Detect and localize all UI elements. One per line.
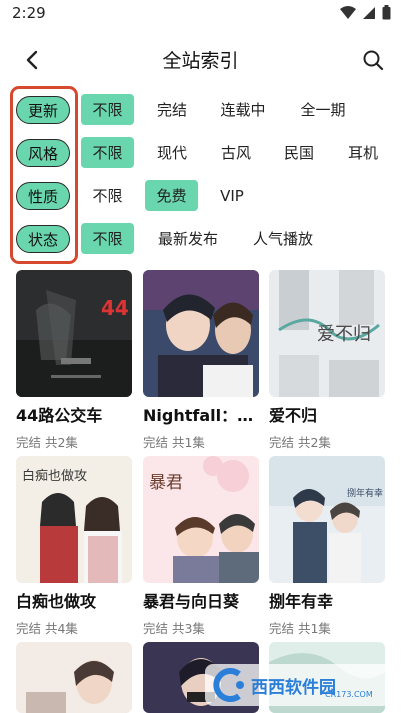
item-title: 爱不归: [269, 406, 318, 425]
list-item[interactable]: 暴君 暴君与向日葵 完结 共3集: [143, 456, 259, 637]
cover-image: 爱不归: [269, 270, 385, 397]
filter-row-status: 状态 不限 最新发布 人气播放: [0, 221, 401, 255]
item-meta: 完结 共1集: [143, 435, 205, 450]
signal-icon: [363, 6, 375, 19]
cover-text: 44: [101, 296, 129, 320]
filter-category-status: 状态: [16, 225, 70, 253]
filter-category-update: 更新: [16, 96, 70, 124]
item-title: 44路公交车: [16, 406, 103, 425]
cover-text: 暴君: [149, 473, 183, 493]
filter-option[interactable]: 现代: [146, 137, 198, 168]
battery-icon: [382, 5, 391, 20]
cover-image: 暴君: [143, 456, 259, 583]
cover-image: [16, 642, 132, 713]
filter-option[interactable]: VIP: [210, 180, 254, 211]
item-meta: 完结 共2集: [269, 435, 331, 450]
item-title: 白痴也做攻: [16, 592, 97, 611]
cover-image: 白痴也做攻: [16, 456, 132, 583]
item-meta: 完结 共3集: [143, 621, 205, 636]
chevron-left-icon: [26, 50, 38, 70]
page-title: 全站索引: [162, 50, 239, 72]
item-meta: 完结 共4集: [16, 621, 78, 636]
filter-option[interactable]: 古风: [210, 137, 262, 168]
filter-option[interactable]: 完结: [146, 94, 198, 125]
filter-option[interactable]: 不限: [81, 137, 134, 168]
filter-row-style: 风格 不限 现代 古风 民国 耳机: [0, 135, 401, 169]
watermark: 西西软件园 CR173.COM: [205, 664, 390, 706]
filter-option[interactable]: 不限: [81, 180, 134, 211]
list-item[interactable]: 捌年有幸 捌年有幸 完结 共1集: [269, 456, 385, 637]
cover-image: [143, 270, 259, 397]
filter-row-update: 更新 不限 完结 连载中 全一期: [0, 92, 401, 126]
header: 全站索引: [0, 40, 401, 80]
filter-category-nature: 性质: [16, 182, 70, 210]
status-time: 2:29: [12, 4, 46, 22]
cover-image: 捌年有幸: [269, 456, 385, 583]
item-meta: 完结 共1集: [269, 621, 331, 636]
list-item[interactable]: 白痴也做攻 白痴也做攻 完结 共4集: [16, 456, 132, 637]
item-meta: 完结 共2集: [16, 435, 78, 450]
item-title: 捌年有幸: [269, 592, 334, 611]
filter-option[interactable]: 免费: [145, 180, 198, 211]
cover-text: 捌年有幸: [347, 487, 383, 499]
item-title: 暴君与向日葵: [143, 592, 240, 611]
search-button[interactable]: [359, 46, 387, 74]
filter-option[interactable]: 全一期: [292, 94, 354, 125]
wifi-icon: [340, 5, 356, 19]
cover-text: 爱不归: [317, 324, 371, 345]
status-bar: 2:29: [0, 0, 401, 28]
list-item[interactable]: [16, 642, 132, 713]
item-title: Nightfall：…: [143, 406, 254, 425]
filter-option[interactable]: 最新发布: [148, 223, 228, 254]
filter-row-nature: 性质 不限 免费 VIP: [0, 178, 401, 212]
filter-option[interactable]: 不限: [81, 94, 134, 125]
search-icon: [363, 50, 384, 71]
filter-option[interactable]: 耳机: [337, 137, 389, 168]
cover-text: 白痴也做攻: [22, 468, 87, 484]
filter-panel: 更新 不限 完结 连载中 全一期 风格 不限 现代 古风 民国 耳机 性质 不限…: [0, 86, 401, 266]
filter-option[interactable]: 民国: [273, 137, 325, 168]
cover-image: 44: [16, 270, 132, 397]
filter-option[interactable]: 不限: [81, 223, 134, 254]
watermark-sub: CR173.COM: [325, 690, 373, 699]
watermark-text: 西西软件园: [251, 677, 336, 698]
watermark-logo-icon: [213, 668, 244, 702]
list-item[interactable]: 44 44路公交车 完结 共2集: [16, 270, 132, 451]
list-item[interactable]: 爱不归 爱不归 完结 共2集: [269, 270, 385, 451]
back-button[interactable]: [18, 46, 46, 74]
filter-option[interactable]: 连载中: [212, 94, 274, 125]
status-icons: [340, 5, 391, 20]
filter-category-style: 风格: [16, 139, 70, 167]
filter-option[interactable]: 人气播放: [243, 223, 323, 254]
list-item[interactable]: Nightfall：… 完结 共1集: [143, 270, 259, 451]
